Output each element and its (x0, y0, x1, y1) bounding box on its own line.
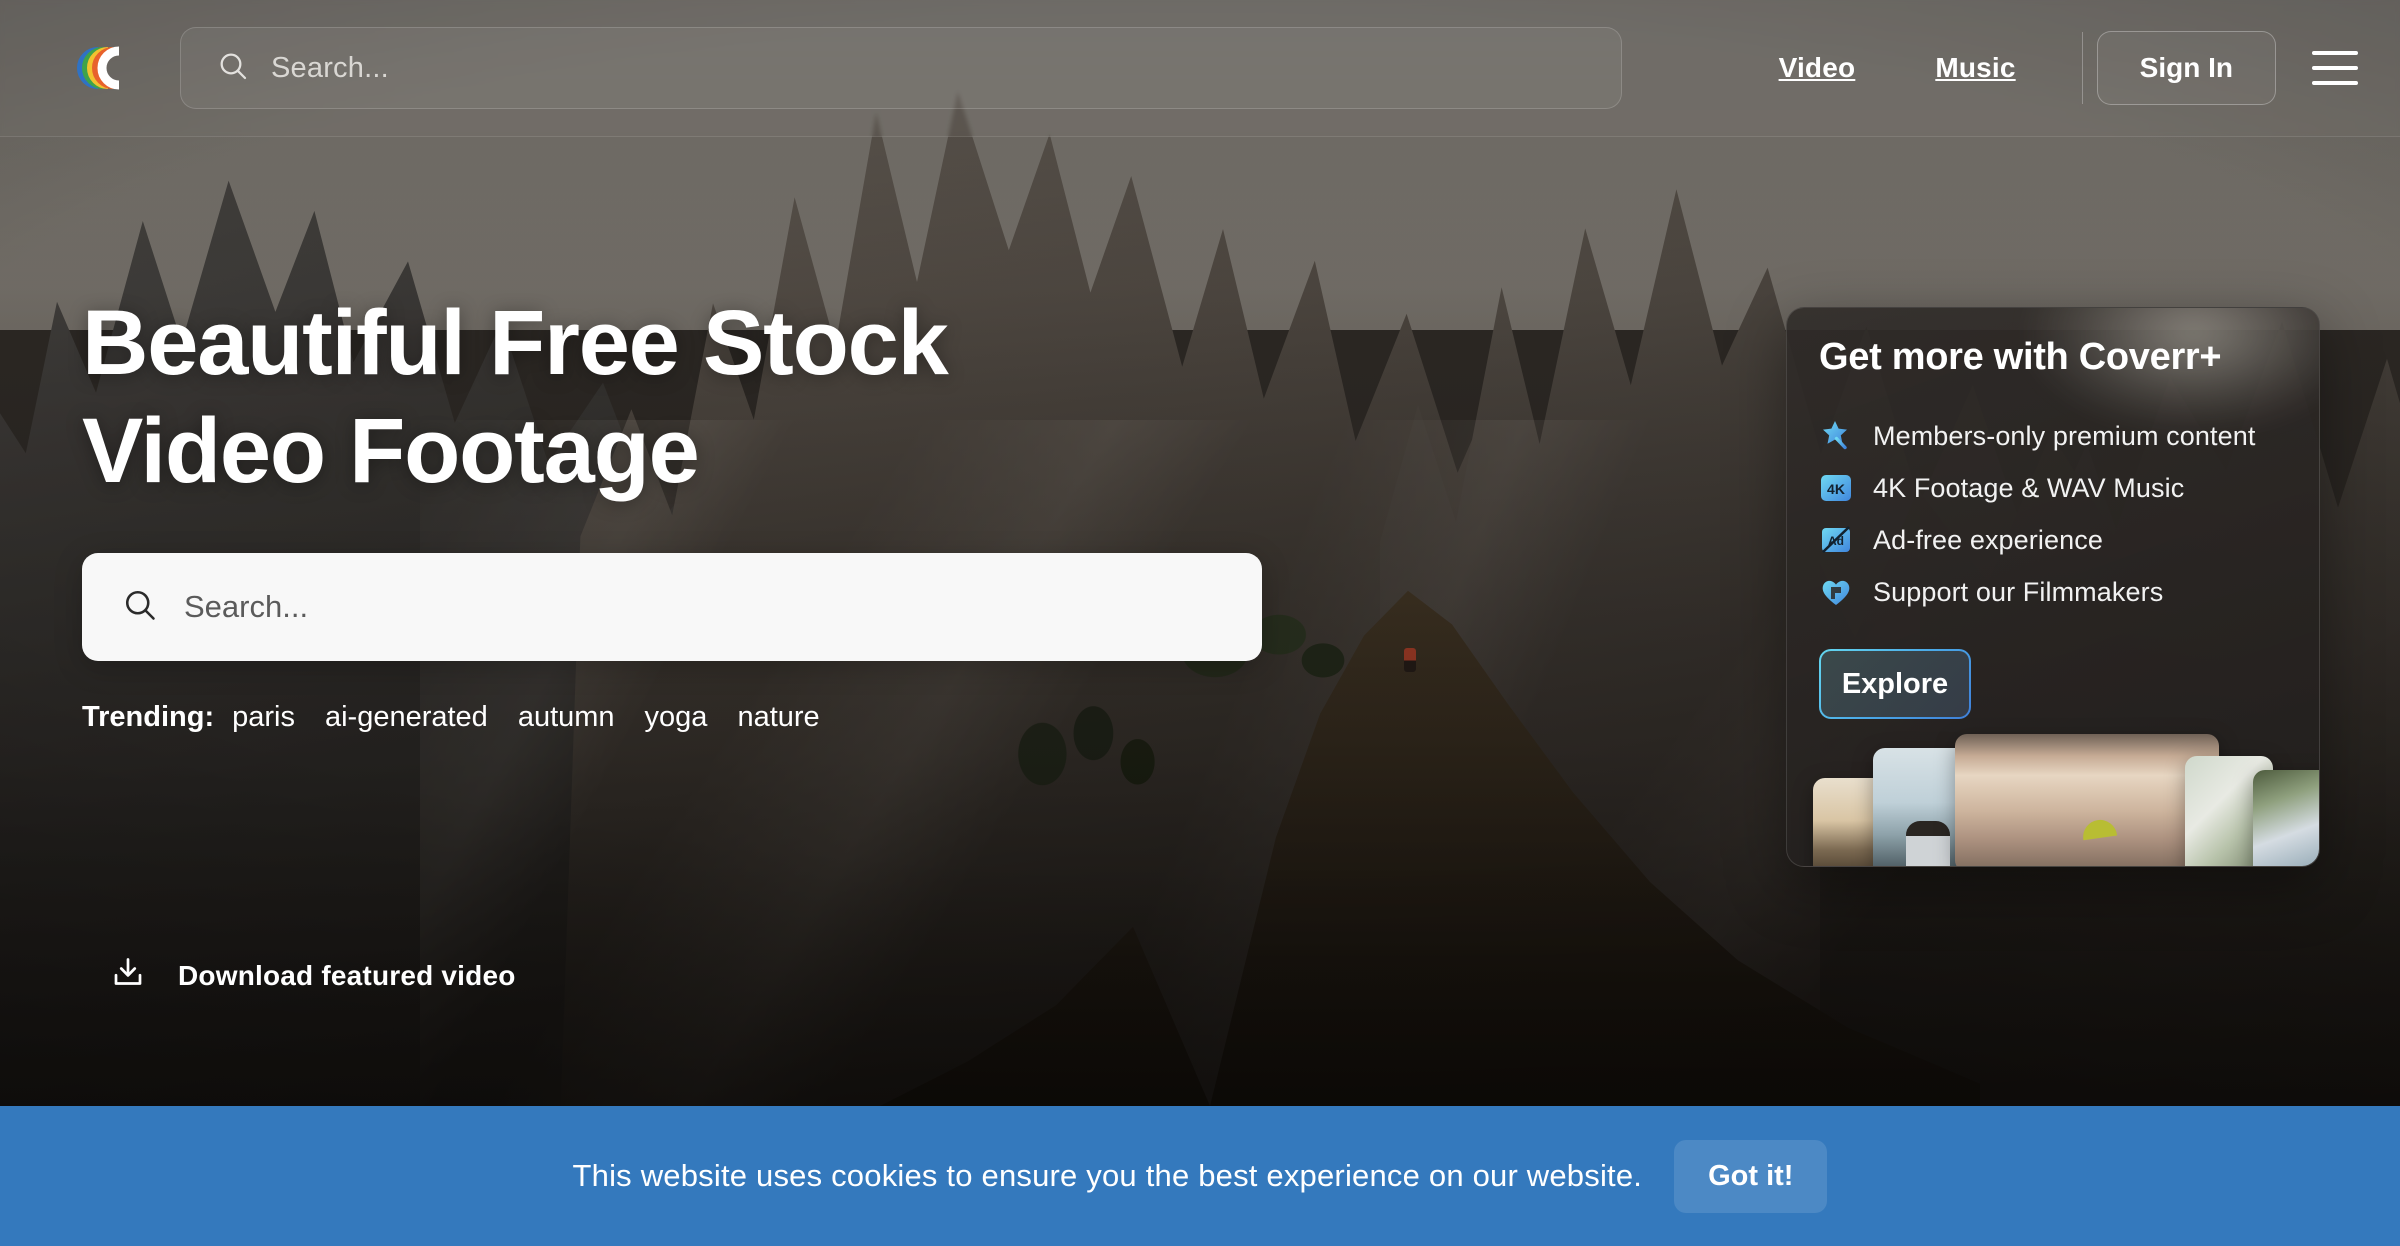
sign-in-button[interactable]: Sign In (2096, 31, 2276, 105)
hamburger-bar (2312, 51, 2358, 55)
nav-divider (2081, 32, 2083, 104)
explore-button[interactable]: Explore (1819, 649, 1971, 719)
download-featured-video-button[interactable]: Download featured video (110, 955, 516, 996)
feature-label: Ad-free experience (1873, 524, 2103, 555)
page-title: Beautiful Free Stock Video Footage (82, 290, 1262, 505)
feature-item: 4K 4K Footage & WAV Music (1819, 471, 2319, 505)
header-search-placeholder: Search... (271, 51, 389, 84)
4k-badge-icon: 4K (1819, 471, 1853, 505)
cookie-accept-button[interactable]: Got it! (1674, 1139, 1828, 1213)
ad-free-icon: Ad (1819, 523, 1853, 557)
trending-tag-ai-generated[interactable]: ai-generated (325, 701, 488, 734)
header-search-input[interactable]: Search... (180, 27, 1622, 109)
feature-item: Members-only premium content (1819, 419, 2319, 453)
search-icon (217, 50, 249, 87)
search-icon (122, 587, 158, 628)
heart-support-icon (1819, 575, 1853, 609)
trending-label: Trending: (82, 701, 215, 734)
coverr-plus-panel: Get more with Coverr+ Members-only premi… (1786, 307, 2320, 867)
thumbnail-house-trees[interactable] (2253, 770, 2319, 866)
feature-item: Support our Filmmakers (1819, 575, 2319, 609)
feature-label: Members-only premium content (1873, 420, 2256, 451)
page-root: Search... Video Music Sign In Beautiful … (0, 0, 2400, 1246)
trending-tag-yoga[interactable]: yoga (645, 701, 708, 734)
hero-search-placeholder: Search... (184, 589, 309, 625)
trending-tag-autumn[interactable]: autumn (518, 701, 615, 734)
promo-thumbnail-carousel (1787, 734, 2319, 866)
trending-tag-paris[interactable]: paris (232, 701, 295, 734)
feature-label: 4K Footage & WAV Music (1873, 472, 2185, 503)
hero-title-line-2: Video Footage (82, 399, 700, 502)
trending-tag-nature[interactable]: nature (737, 701, 819, 734)
hero-content: Beautiful Free Stock Video Footage Searc… (82, 290, 1262, 734)
coverr-rainbow-c-logo[interactable] (76, 39, 134, 97)
cookie-banner: This website uses cookies to ensure you … (0, 1106, 2400, 1246)
download-icon (110, 955, 146, 996)
hero-search-input[interactable]: Search... (82, 553, 1262, 662)
feature-item: Ad Ad-free experience (1819, 523, 2319, 557)
thumbnail-beach-paraglider[interactable] (1955, 734, 2219, 866)
coverr-plus-title: Get more with Coverr+ (1819, 336, 2222, 378)
hero-title-line-1: Beautiful Free Stock (82, 292, 949, 394)
hamburger-menu-icon[interactable] (2312, 51, 2358, 85)
download-featured-video-label: Download featured video (178, 959, 516, 991)
nav-item-music[interactable]: Music (1895, 52, 2055, 84)
header-nav: Video Music Sign In (1739, 31, 2358, 105)
magic-wand-star-icon (1819, 419, 1853, 453)
svg-text:4K: 4K (1827, 481, 1845, 497)
feature-label: Support our Filmmakers (1873, 576, 2164, 607)
trending-row: Trending: paris ai-generated autumn yoga… (82, 701, 1262, 734)
site-header: Search... Video Music Sign In (0, 0, 2400, 137)
nav-item-video[interactable]: Video (1739, 52, 1896, 84)
hamburger-bar (2312, 66, 2358, 70)
hamburger-bar (2312, 81, 2358, 85)
coverr-plus-feature-list: Members-only premium content 4K 4K Foota… (1819, 419, 2319, 609)
cookie-message: This website uses cookies to ensure you … (572, 1158, 1643, 1193)
